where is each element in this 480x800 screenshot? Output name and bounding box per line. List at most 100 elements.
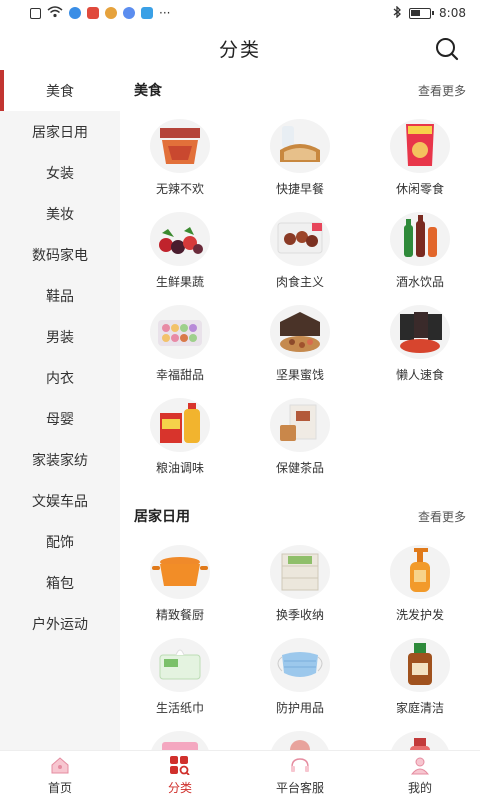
subcategory-item[interactable]: 肉食主义 (240, 203, 360, 296)
nav-home[interactable]: 首页 (0, 751, 120, 800)
sidebar-item-household[interactable]: 居家日用 (0, 111, 120, 152)
sidebar-item-label: 母婴 (46, 411, 74, 428)
search-icon[interactable] (434, 36, 460, 62)
sidebar-item-label: 数码家电 (32, 247, 88, 264)
shampoo-icon (390, 545, 450, 599)
subcategory-item[interactable]: 换季收纳 (240, 536, 360, 629)
subcategory-item[interactable]: 快捷早餐 (240, 110, 360, 203)
sidebar-item-accessories[interactable]: 配饰 (0, 521, 120, 562)
clock: 8:08 (439, 6, 466, 20)
subcategory-item[interactable]: 懒人速食 (360, 296, 480, 389)
subcategory-label: 坚果蜜饯 (275, 368, 324, 382)
oil-icon (150, 398, 210, 452)
chips-icon (390, 119, 450, 173)
tea-icon (270, 398, 330, 452)
subcategory-label: 精致餐厨 (155, 608, 204, 622)
subcategory-label: 洗发护发 (395, 608, 444, 622)
subcategory-label: 懒人速食 (395, 368, 444, 382)
sidebar-item-label: 家装家纺 (32, 452, 88, 469)
section-title: 居家日用 (134, 509, 190, 525)
nav-profile[interactable]: 我的 (360, 751, 480, 800)
sidebar-item-beauty[interactable]: 美妆 (0, 193, 120, 234)
fruit-icon (150, 212, 210, 266)
subcategory-grid: 无辣不欢 快捷早餐 休闲零食 生鲜果蔬 肉食主义 酒水饮品 幸福甜品 坚果蜜饯 … (120, 110, 480, 482)
pink-box-icon (151, 731, 209, 750)
sidebar-item-electronics[interactable]: 数码家电 (0, 234, 120, 275)
nav-label: 分类 (167, 781, 192, 795)
sidebar-item-shoes[interactable]: 鞋品 (0, 275, 120, 316)
subcategory-item[interactable]: 坚果蜜饯 (240, 296, 360, 389)
more-indicator: ··· (159, 6, 171, 20)
sidebar-item-baby[interactable]: 母婴 (0, 398, 120, 439)
subcategory-label: 换季收纳 (275, 608, 324, 622)
nav-category[interactable]: 分类 (120, 751, 240, 800)
status-bar: ··· 8:08 (0, 0, 480, 26)
subcategory-item[interactable]: 休闲零食 (360, 110, 480, 203)
alert-icon (30, 7, 41, 19)
subcategory-label: 粮油调味 (155, 461, 204, 475)
storage-icon (270, 545, 330, 599)
nuts-icon (270, 305, 330, 359)
sidebar-item-food[interactable]: 美食 (0, 70, 120, 111)
app-icon (123, 7, 135, 19)
subcategory-label: 酒水饮品 (395, 275, 444, 289)
subcategory-item[interactable]: 幸福甜品 (120, 296, 240, 389)
toy-icon (271, 731, 329, 750)
tissue-icon (150, 638, 210, 692)
sidebar-item-outdoor[interactable]: 户外运动 (0, 603, 120, 644)
subcategory-item[interactable] (120, 722, 240, 750)
nav-label: 首页 (47, 781, 72, 795)
section-header: 居家日用 查看更多 (120, 496, 480, 536)
sidebar-item-label: 文娱车品 (32, 493, 88, 510)
mail-icon (141, 7, 153, 19)
subcategory-item[interactable]: 精致餐厨 (120, 536, 240, 629)
sidebar-item-label: 内衣 (46, 370, 74, 387)
sidebar-item-label: 女装 (46, 165, 74, 182)
subcategory-item[interactable]: 生鲜果蔬 (120, 203, 240, 296)
mask-icon (270, 638, 330, 692)
subcategory-item[interactable]: 家庭清洁 (360, 629, 480, 722)
sidebar-item-label: 箱包 (46, 575, 74, 592)
see-more-link[interactable]: 查看更多 (418, 508, 466, 525)
category-sidebar: 美食 居家日用 女装 美妆 数码家电 鞋品 男装 内衣 母婴 家装家纺 文娱车品… (0, 70, 120, 750)
meat-icon (270, 212, 330, 266)
see-more-link[interactable]: 查看更多 (418, 82, 466, 99)
subcategory-item[interactable]: 无辣不欢 (120, 110, 240, 203)
subcategory-item[interactable] (360, 722, 480, 750)
subcategory-item[interactable]: 酒水饮品 (360, 203, 480, 296)
bottle-icon (391, 731, 449, 750)
sidebar-item-womenswear[interactable]: 女装 (0, 152, 120, 193)
sidebar-item-label: 美妆 (46, 206, 74, 223)
subcategory-label: 肉食主义 (275, 275, 324, 289)
dessert-icon (150, 305, 210, 359)
sidebar-item-label: 配饰 (46, 534, 74, 551)
subcategory-item[interactable]: 防护用品 (240, 629, 360, 722)
sidebar-item-underwear[interactable]: 内衣 (0, 357, 120, 398)
sidebar-item-home-textile[interactable]: 家装家纺 (0, 439, 120, 480)
sidebar-item-entertainment-car[interactable]: 文娱车品 (0, 480, 120, 521)
subcategory-label: 生活纸巾 (155, 701, 204, 715)
subcategory-item[interactable] (240, 722, 360, 750)
app-icon (87, 7, 99, 19)
sidebar-item-menswear[interactable]: 男装 (0, 316, 120, 357)
subcategory-label: 幸福甜品 (155, 368, 204, 382)
bottom-nav: 首页 分类 平台客服 我的 (0, 750, 480, 800)
subcategory-label: 休闲零食 (395, 182, 444, 196)
subcategory-item[interactable]: 洗发护发 (360, 536, 480, 629)
section-header: 美食 查看更多 (120, 70, 480, 110)
bread-icon (270, 119, 330, 173)
app-icon (105, 7, 117, 19)
status-right: 8:08 (393, 4, 466, 21)
subcategory-item[interactable]: 粮油调味 (120, 389, 240, 482)
home-icon (51, 757, 69, 774)
nav-service[interactable]: 平台客服 (240, 751, 360, 800)
subcategory-item[interactable]: 生活纸巾 (120, 629, 240, 722)
subcategory-grid: 精致餐厨 换季收纳 洗发护发 生活纸巾 防护用品 家庭清洁 (120, 536, 480, 750)
header: 分类 (0, 26, 480, 70)
subcategory-item[interactable]: 保健茶品 (240, 389, 360, 482)
profile-icon (410, 757, 430, 775)
section-title: 美食 (134, 83, 162, 99)
sidebar-item-bags[interactable]: 箱包 (0, 562, 120, 603)
app-icon (69, 7, 81, 19)
spicy-snack-icon (150, 119, 210, 173)
